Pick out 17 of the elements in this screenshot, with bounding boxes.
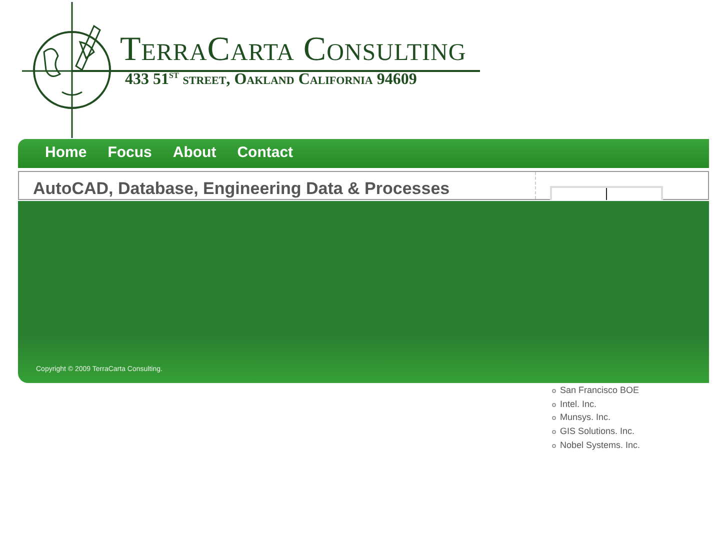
client-name: Intel. Inc. [560,398,597,411]
nav-link[interactable]: About [172,142,216,165]
bullet-icon [552,416,556,420]
nav-link[interactable]: Contact [237,142,294,165]
bullet-icon [552,430,556,434]
bullet-icon [552,444,556,448]
company-address: 433 51$^{st}$ street, Oakland California 94609 [125,72,417,88]
page-heading: AutoCAD, Database, Engineering Data & Processes [33,180,450,198]
client-name: Munsys. Inc. [560,411,611,424]
nav-link[interactable]: Home [45,142,87,165]
bullet-icon [552,388,556,393]
bullet-icon [552,402,556,407]
company-name: TerraCarta Consulting [120,33,466,67]
client-name: Nobel Systems. Inc. [560,438,640,452]
nav-link[interactable]: Focus [108,142,152,165]
client-name: San Francisco BOE [560,384,640,398]
client-name: GIS Solutions. Inc. [560,425,635,438]
